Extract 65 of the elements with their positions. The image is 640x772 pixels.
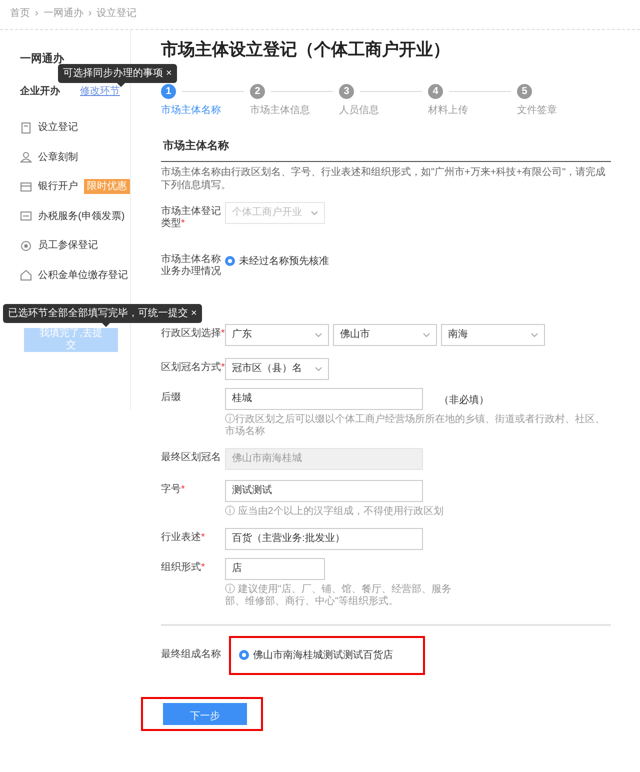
sidebar-item[interactable]: 设立登记 xyxy=(20,113,130,142)
page-title: 市场主体设立登记（个体工商户开业） xyxy=(161,40,451,60)
sidebar-item[interactable]: 银行开户 限时优惠 xyxy=(20,172,130,202)
sidebar-section: 企业开办 xyxy=(20,84,60,99)
close-icon[interactable]: × xyxy=(191,308,197,319)
required-mark: * xyxy=(201,562,205,572)
radio-button[interactable] xyxy=(225,256,235,266)
input-field[interactable]: 测试测试 xyxy=(225,480,423,502)
breadcrumb-separator: › xyxy=(35,8,38,19)
required-mark: * xyxy=(181,484,185,494)
select-field[interactable]: 南海 xyxy=(441,324,545,346)
hint-text: ⓘ 建议使用"店、厂、铺、馆、餐厅、经营部、服务部、维修部、商行、中心"等组织形式。 xyxy=(225,584,452,608)
target-icon xyxy=(20,240,32,252)
field-label: 行政区划选择* xyxy=(161,326,225,340)
input-field[interactable]: 桂城 xyxy=(225,388,423,410)
field-label: 市场主体名称业务办理情况 xyxy=(161,252,222,278)
field-label: 最终组成名称 xyxy=(161,649,222,661)
sidebar-item[interactable]: 办税服务(申领发票) xyxy=(20,202,130,231)
description-text: 市场主体名称由行政区划名、字号、行业表述和组织形式，如"广州市+万来+科技+有限公司"，请完成下列信息填写。 xyxy=(161,166,607,192)
sidebar-title: 一网通办 xyxy=(20,52,66,66)
hint-text: ⓘ行政区划之后可以缀以个体工商户经营场所所在地的乡镇、街道或者行政村、社区、市场名称 xyxy=(225,414,606,438)
caret-icon xyxy=(423,332,430,336)
hint-text: ⓘ 应当由2个以上的汉字组成，不得使用行政区划 xyxy=(225,506,444,518)
required-mark: * xyxy=(221,328,225,338)
section-title: 市场主体名称 xyxy=(161,138,611,162)
step-number: 4 xyxy=(428,84,443,99)
field-label: 行业表述* xyxy=(161,530,206,544)
sidebar-item[interactable]: 公积金单位缴存登记 xyxy=(20,260,130,290)
person-icon xyxy=(20,151,32,164)
sidebar-item[interactable]: 公章刻制 xyxy=(20,142,130,172)
field-label: 后缀 xyxy=(161,390,182,404)
caret-icon xyxy=(311,210,318,214)
radio-button[interactable] xyxy=(239,650,249,660)
required-mark: * xyxy=(221,362,225,372)
step-number: 1 xyxy=(161,84,176,99)
radio-label: 未经过名称预先核准 xyxy=(239,254,329,268)
field-label: 区划冠名方式* xyxy=(161,360,225,374)
input-field[interactable]: 百货（主营业务:批发业） xyxy=(225,528,423,550)
field-label: 字号* xyxy=(161,482,186,496)
invoice-icon xyxy=(20,210,32,222)
field-label: 组织形式* xyxy=(161,560,206,574)
house-icon xyxy=(20,269,32,282)
breadcrumb-separator: › xyxy=(88,8,92,19)
readonly-field: 佛山市南海桂城 xyxy=(225,448,423,470)
step-number: 5 xyxy=(517,84,532,99)
select-field[interactable]: 佛山市 xyxy=(333,324,437,346)
step-number: 3 xyxy=(339,84,354,99)
field-label: 市场主体登记类型* xyxy=(161,204,222,230)
caret-icon xyxy=(531,332,538,336)
document-icon xyxy=(20,122,32,134)
step-number: 2 xyxy=(250,84,265,99)
card-icon xyxy=(20,180,32,193)
caret-icon xyxy=(315,366,322,370)
radio-label: 佛山市南海桂城测试测试百货店 xyxy=(253,648,393,662)
select-field[interactable]: 广东 xyxy=(225,324,329,346)
promo-tag: 限时优惠 xyxy=(84,179,130,194)
required-mark: * xyxy=(201,532,205,542)
required-mark: * xyxy=(181,218,185,228)
input-field[interactable]: 店 xyxy=(225,558,325,580)
close-icon[interactable]: × xyxy=(166,68,172,79)
optional-note: （非必填） xyxy=(439,394,489,408)
field-label: 最终区划冠名 xyxy=(161,450,222,464)
caret-icon xyxy=(315,332,322,336)
sidebar-item[interactable]: 员工参保登记 xyxy=(20,231,130,260)
select-field[interactable]: 冠市区（县）名 xyxy=(225,358,329,380)
